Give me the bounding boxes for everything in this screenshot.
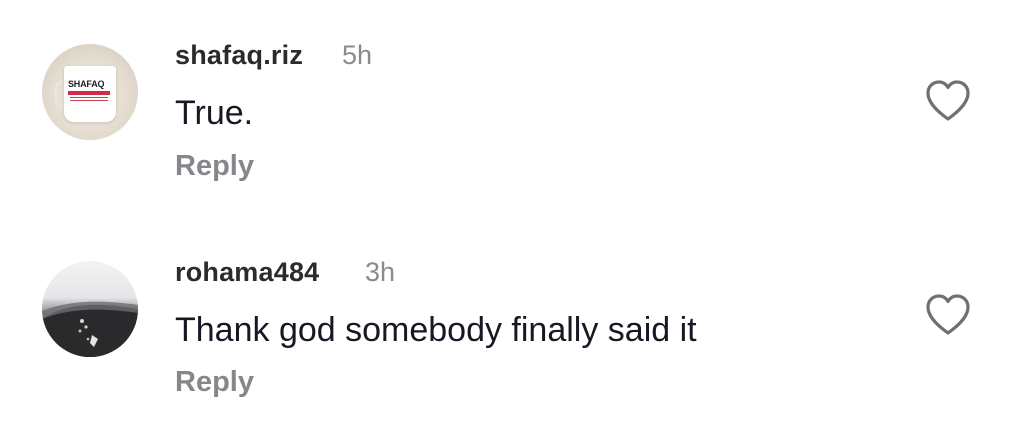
comment-username[interactable]: rohama484 [175, 257, 319, 288]
avatar-photo [42, 301, 138, 357]
comment-item: SHAFAQ shafaq.riz 5h True. Reply [0, 0, 1024, 190]
reply-button[interactable]: Reply [175, 366, 254, 399]
mug-line [70, 97, 108, 98]
comment-timestamp: 3h [365, 257, 396, 287]
mug-logo-text: SHAFAQ [68, 79, 105, 89]
like-button[interactable] [924, 79, 972, 123]
mug-stripe [68, 91, 110, 95]
heart-outline-icon [926, 80, 970, 121]
comment-timestamp: 5h [342, 40, 373, 70]
comment-text: Thank god somebody finally said it [175, 311, 697, 349]
reply-button[interactable]: Reply [175, 150, 254, 183]
avatar[interactable] [42, 261, 138, 357]
avatar[interactable]: SHAFAQ [42, 44, 138, 140]
heart-outline-icon [926, 294, 970, 335]
mug-image: SHAFAQ [64, 66, 116, 122]
comment-item: rohama484 3h Thank god somebody finally … [0, 218, 1024, 408]
like-button[interactable] [924, 293, 972, 337]
mug-line [70, 100, 108, 101]
comment-text: True. [175, 94, 254, 132]
comment-username[interactable]: shafaq.riz [175, 40, 303, 71]
